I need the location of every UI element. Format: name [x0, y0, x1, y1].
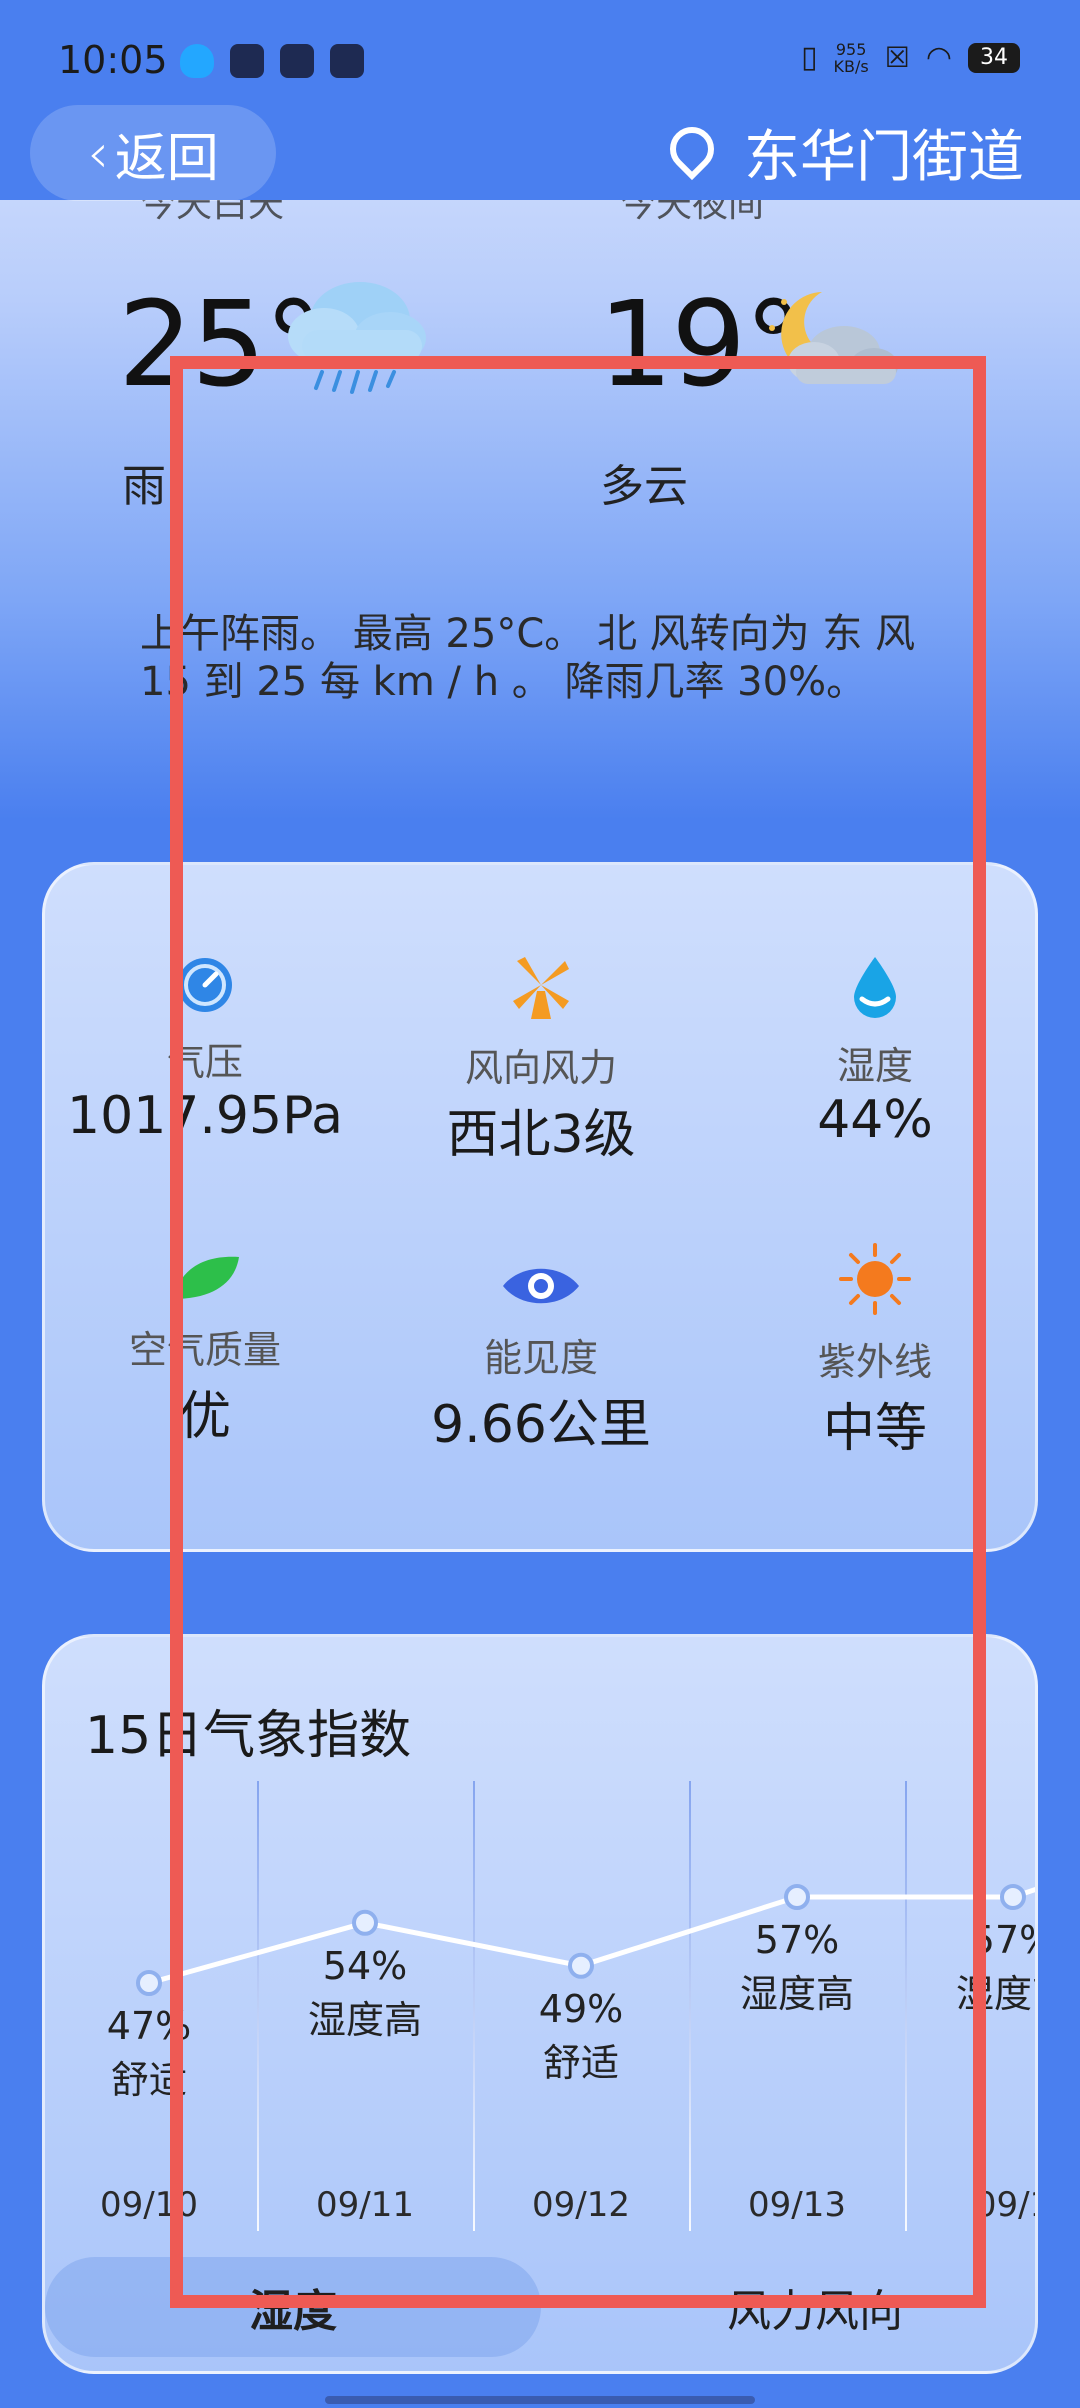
highlight-box	[170, 356, 986, 2308]
wifi-icon: ◠	[925, 40, 952, 75]
home-indicator[interactable]	[325, 2396, 755, 2404]
humidity-point	[1000, 1884, 1026, 1910]
location-pin-icon	[668, 127, 708, 179]
back-label: 返回	[114, 128, 219, 189]
humidity-point	[136, 1970, 162, 1996]
location-fg[interactable]: 东华门街道	[668, 112, 1024, 193]
net-rate-value: 955	[835, 39, 867, 59]
net-rate-fg: 955 KB/s	[834, 41, 869, 75]
mail-icon	[280, 44, 314, 78]
today-condition: 雨	[122, 461, 166, 512]
qq-icon	[180, 44, 214, 78]
vibrate-icon: ▯	[800, 40, 818, 75]
battery-icon: 34	[968, 42, 1020, 73]
no-sim-icon: ☒	[884, 41, 910, 74]
tiktok-icon	[330, 44, 364, 78]
app-icon	[230, 44, 264, 78]
back-button-fg[interactable]: ‹ 返回	[30, 105, 276, 201]
chevron-left-icon: ‹	[87, 121, 109, 185]
net-rate-unit: KB/s	[833, 56, 869, 76]
location-name: 东华门街道	[744, 125, 1024, 190]
status-time-fg: 10:05	[58, 38, 168, 82]
notification-icons-fg	[180, 44, 364, 78]
system-status-fg: ▯ 955 KB/s ☒ ◠ 34	[801, 40, 1020, 75]
